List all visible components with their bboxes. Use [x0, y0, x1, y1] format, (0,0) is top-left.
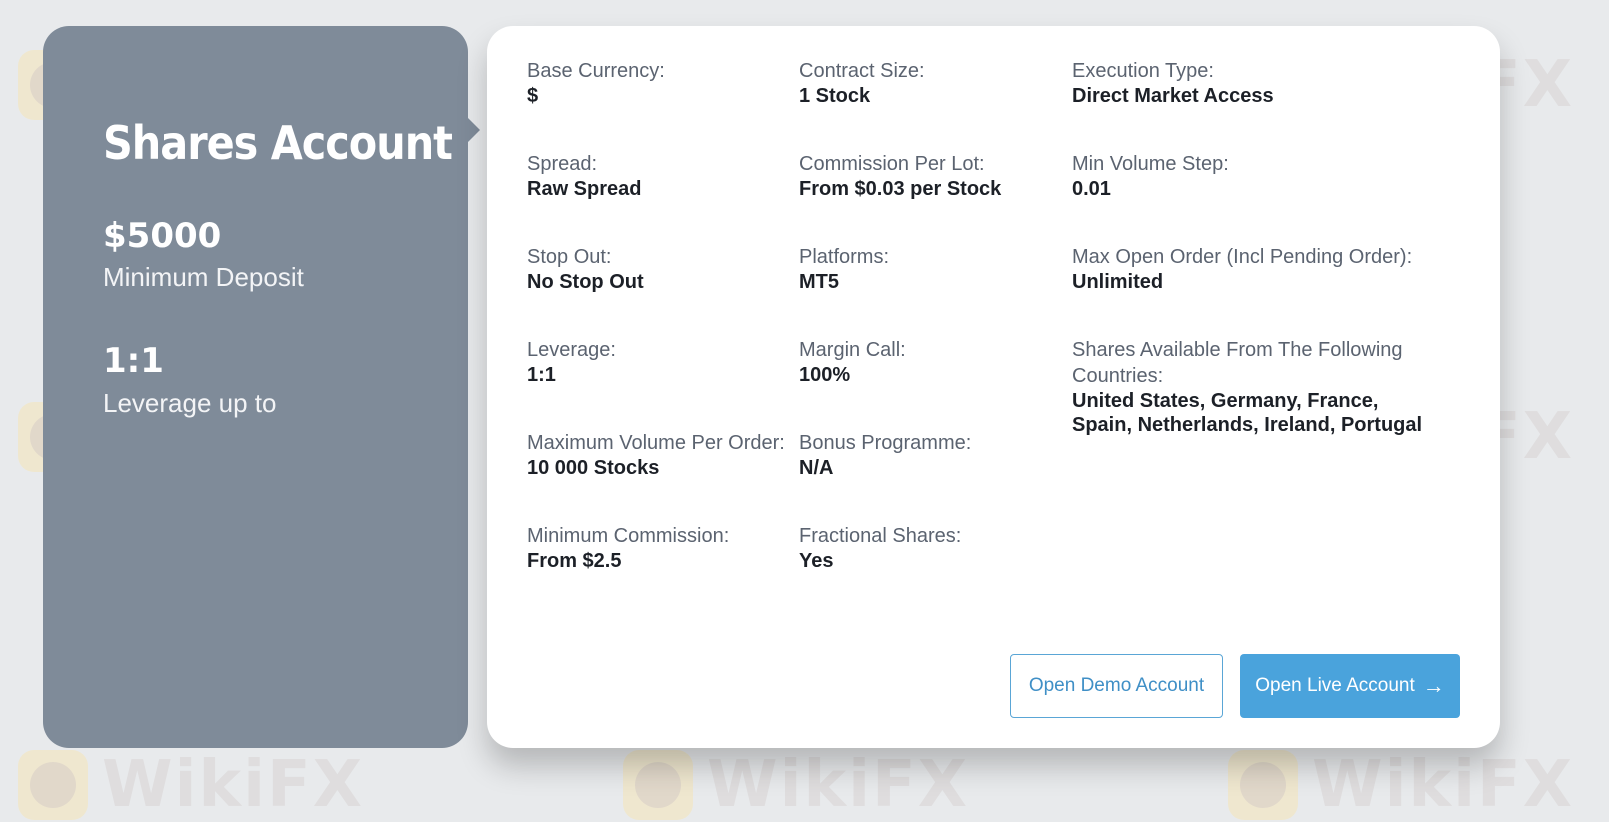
detail-label: Margin Call:: [799, 339, 906, 361]
detail-spread: Spread: Raw Spread: [527, 151, 797, 201]
detail-commission-per-lot: Commission Per Lot: From $0.03 per Stock: [799, 151, 1069, 201]
watermark: WikiFX: [1228, 748, 1574, 822]
detail-label: Leverage:: [527, 339, 616, 361]
detail-value: 1:1: [527, 364, 556, 386]
detail-value: Raw Spread: [527, 178, 642, 200]
detail-value: Direct Market Access: [1072, 85, 1274, 107]
detail-value: Unlimited: [1072, 271, 1164, 293]
detail-leverage: Leverage: 1:1: [527, 337, 797, 387]
watermark-text: WikiFX: [1312, 748, 1575, 822]
detail-value: 10 000 Stocks: [527, 457, 660, 479]
detail-label: Spread:: [527, 153, 598, 175]
detail-contract-size: Contract Size: 1 Stock: [799, 58, 1069, 108]
leverage-value: 1:1: [103, 341, 164, 381]
detail-value: No Stop Out: [527, 271, 644, 293]
detail-bonus-programme: Bonus Programme: N/A: [799, 430, 1069, 480]
detail-label: Maximum Volume Per Order:: [527, 432, 785, 454]
detail-label: Shares Available From The Following Coun…: [1072, 339, 1403, 387]
detail-execution-type: Execution Type: Direct Market Access: [1072, 58, 1472, 108]
leverage-label: Leverage up to: [103, 388, 277, 418]
detail-label: Base Currency:: [527, 60, 665, 82]
detail-value: MT5: [799, 271, 839, 293]
card-pointer: [468, 118, 480, 142]
detail-value: Yes: [799, 550, 834, 572]
detail-value: United States, Germany, France, Spain, N…: [1072, 390, 1423, 436]
detail-minimum-commission: Minimum Commission: From $2.5: [527, 523, 797, 573]
open-live-account-label: Open Live Account: [1255, 675, 1415, 696]
detail-value: 0.01: [1072, 178, 1111, 200]
detail-label: Bonus Programme:: [799, 432, 972, 454]
detail-value: From $0.03 per Stock: [799, 178, 1002, 200]
detail-min-volume-step: Min Volume Step: 0.01: [1072, 151, 1472, 201]
detail-max-volume-per-order: Maximum Volume Per Order: 10 000 Stocks: [527, 430, 797, 480]
detail-label: Fractional Shares:: [799, 525, 962, 547]
detail-label: Stop Out:: [527, 246, 612, 268]
detail-stop-out: Stop Out: No Stop Out: [527, 244, 797, 294]
detail-label: Platforms:: [799, 246, 890, 268]
watermark: WikiFX: [18, 748, 364, 822]
open-demo-account-button[interactable]: Open Demo Account: [1010, 654, 1223, 718]
account-title: Shares Account: [103, 116, 453, 170]
detail-label: Min Volume Step:: [1072, 153, 1229, 175]
detail-shares-countries: Shares Available From The Following Coun…: [1072, 337, 1432, 437]
detail-label: Execution Type:: [1072, 60, 1214, 82]
watermark-text: WikiFX: [707, 748, 970, 822]
detail-value: 100%: [799, 364, 851, 386]
detail-label: Commission Per Lot:: [799, 153, 985, 175]
detail-label: Contract Size:: [799, 60, 925, 82]
detail-value: $: [527, 85, 539, 107]
detail-max-open-order: Max Open Order (Incl Pending Order): Unl…: [1072, 244, 1472, 294]
open-demo-account-label: Open Demo Account: [1028, 675, 1205, 696]
detail-margin-call: Margin Call: 100%: [799, 337, 1069, 387]
account-summary-card: Shares Account $5000 Minimum Deposit 1:1…: [43, 26, 480, 748]
watermark-text: WikiFX: [102, 748, 365, 822]
minimum-deposit-value: $5000: [103, 216, 222, 256]
detail-base-currency: Base Currency: $: [527, 58, 797, 108]
detail-value: From $2.5: [527, 550, 622, 572]
detail-value: N/A: [799, 457, 834, 479]
detail-value: 1 Stock: [799, 85, 871, 107]
detail-platforms: Platforms: MT5: [799, 244, 1069, 294]
open-live-account-button[interactable]: Open Live Account →: [1240, 654, 1460, 718]
arrow-right-icon: →: [1422, 673, 1445, 698]
watermark: WikiFX: [623, 748, 969, 822]
detail-fractional-shares: Fractional Shares: Yes: [799, 523, 1069, 573]
detail-label: Max Open Order (Incl Pending Order):: [1072, 246, 1413, 268]
minimum-deposit-label: Minimum Deposit: [103, 262, 304, 292]
account-details-card: Base Currency: $ Contract Size: 1 Stock …: [487, 26, 1500, 748]
detail-label: Minimum Commission:: [527, 525, 730, 547]
